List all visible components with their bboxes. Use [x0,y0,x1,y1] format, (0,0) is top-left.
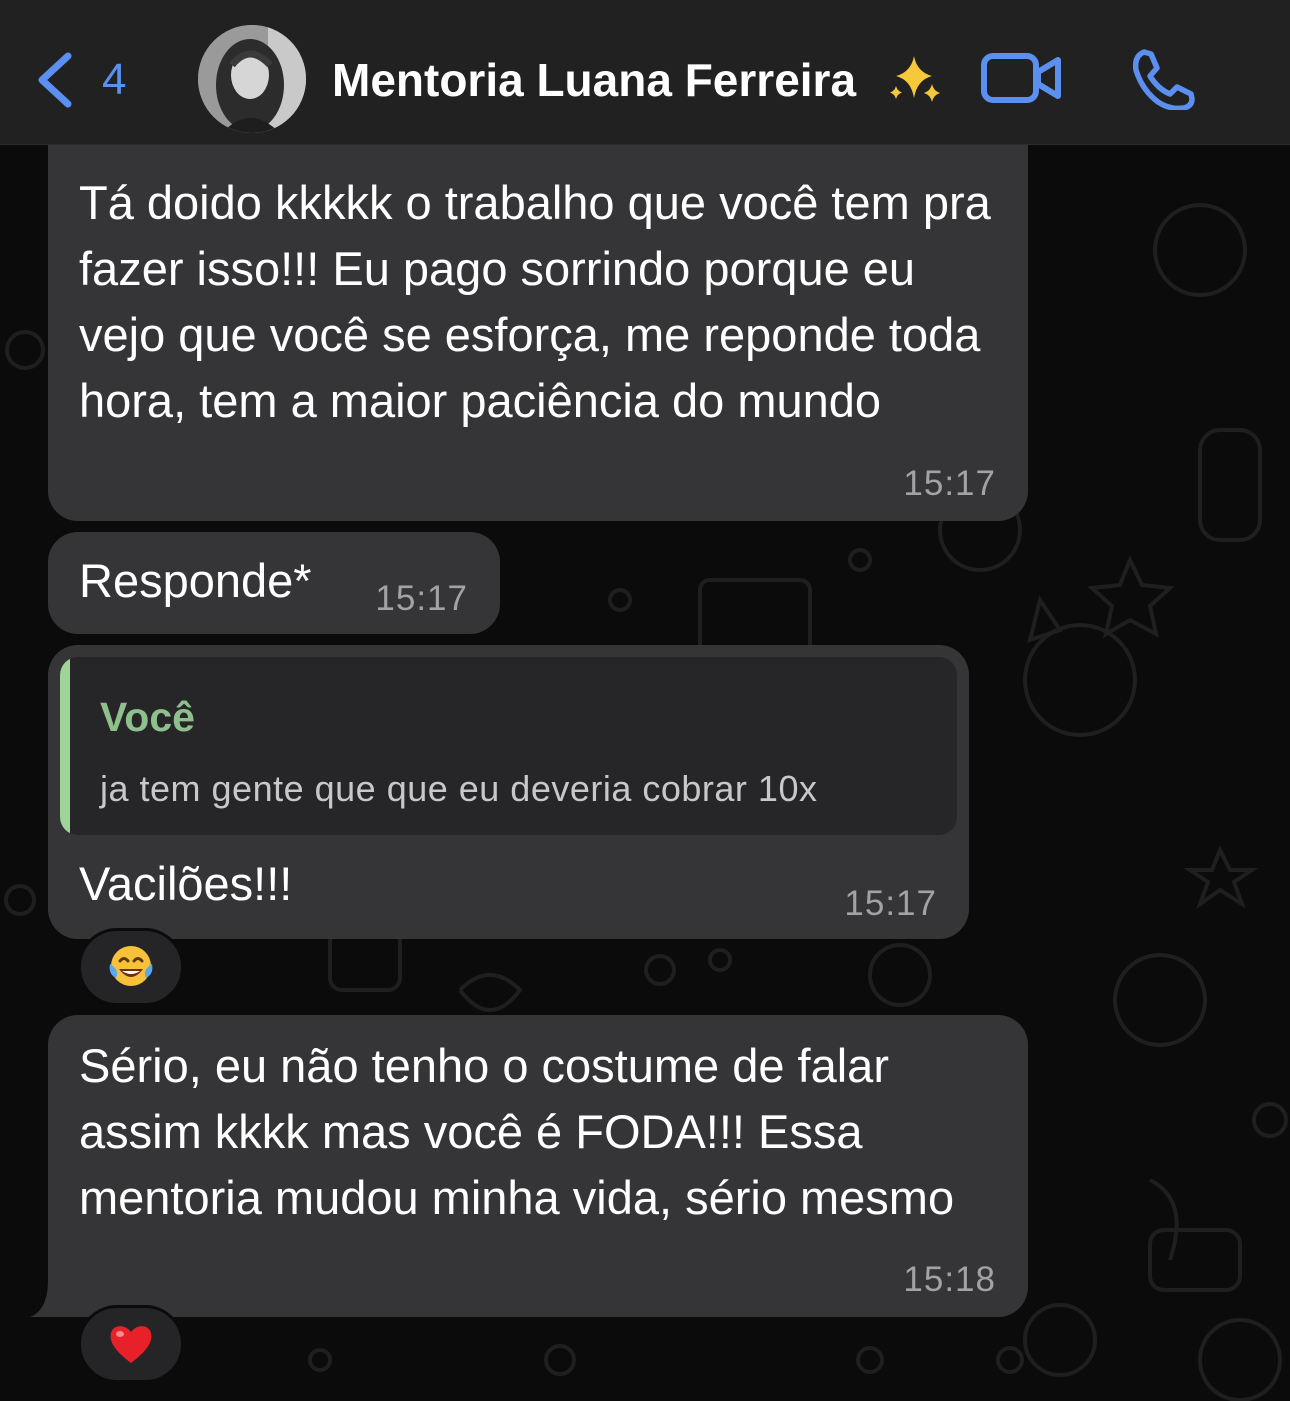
message-bubble[interactable]: Você ja tem gente que que eu deveria cob… [48,645,969,939]
message-text: Responde* [79,554,312,607]
quote-author: Você [100,694,195,740]
red-heart-icon [110,1326,152,1363]
message-text: Vacilões!!! [79,857,293,910]
avatar[interactable] [198,25,306,133]
contact-name[interactable]: Mentoria Luana Ferreira [332,50,856,110]
back-button[interactable]: 4 [34,48,144,112]
unread-count: 4 [102,55,127,104]
message-time: 15:17 [844,884,937,923]
phone-icon[interactable] [1130,46,1196,110]
quote-bar [60,657,70,835]
message-text: Tá doido kkkkk o trabalho que você tem p… [79,176,991,427]
sparkles-icon [890,56,940,102]
chat-header: 4 Mentoria Luana Ferreira [0,0,1290,145]
message-time: 15:18 [903,1260,996,1299]
quoted-message[interactable]: Você ja tem gente que que eu deveria cob… [60,657,957,835]
quote-text: ja tem gente que que eu deveria cobrar 1… [100,768,818,809]
message-text: Sério, eu não tenho o costume de falar a… [79,1039,955,1224]
message-bubble[interactable]: Tá doido kkkkk o trabalho que você tem p… [48,118,1028,521]
message-bubble[interactable]: Sério, eu não tenho o costume de falar a… [48,1015,1028,1317]
chevron-left-icon [38,52,72,108]
face-with-tears-of-joy-icon [109,946,153,986]
message-time: 15:17 [903,464,996,503]
message-time: 15:17 [375,579,468,618]
message-bubble[interactable]: Responde* 15:17 [48,532,500,634]
reaction-badge[interactable] [78,1305,184,1383]
video-camera-icon[interactable] [980,48,1062,108]
chat-screen: 4 Mentoria Luana Ferreira Tá doido kkkkk… [0,0,1290,1401]
reaction-badge[interactable] [78,928,184,1006]
